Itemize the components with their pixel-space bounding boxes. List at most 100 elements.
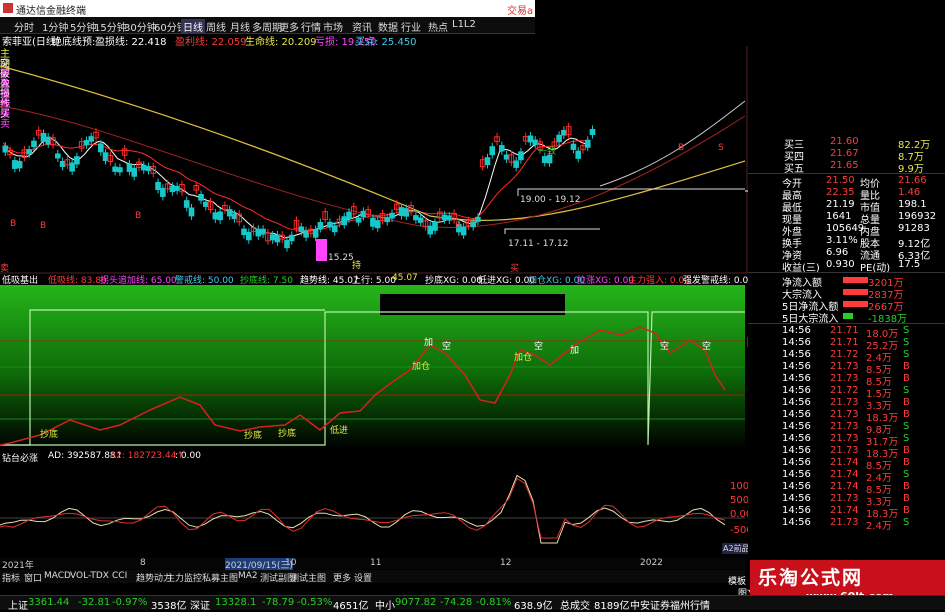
candle-body bbox=[16, 161, 23, 169]
tab-2[interactable]: MACD bbox=[44, 571, 71, 581]
menu-item-16[interactable]: 热点 bbox=[428, 19, 448, 34]
stat-value: 3.11% bbox=[826, 235, 858, 246]
tick-side: S bbox=[903, 517, 910, 528]
tick-row-9: 14:56 21.73 31.7万 S bbox=[748, 433, 945, 448]
tab-4[interactable]: CCI bbox=[112, 571, 127, 581]
main-kline-chart[interactable]: 15.25 19.00 - 19.12 17.11 - 17.12 一致 B B B B B S 持… bbox=[0, 46, 750, 274]
time-label-5: 12 bbox=[500, 558, 512, 568]
tab-1[interactable]: 窗口 bbox=[24, 571, 42, 584]
order-row-1: 买四 21.67 8.7万 bbox=[748, 148, 945, 163]
candle-body bbox=[145, 166, 152, 172]
candle-body bbox=[198, 193, 204, 201]
indicator-tab-bar: 指标 窗口 MACD VOL-TDX CCI 趋势动力 主力监控 私募主图 MA2 测试副图 测试主… bbox=[0, 570, 745, 584]
menu-item-6[interactable]: 日线 bbox=[181, 19, 205, 34]
tick-side: S bbox=[903, 325, 910, 336]
menu-item-0[interactable]: 分时 bbox=[14, 19, 34, 34]
tab-11[interactable]: 更多 bbox=[333, 571, 351, 584]
tick-side: S bbox=[903, 349, 910, 360]
tick-side: B bbox=[903, 409, 910, 420]
menu-item-4[interactable]: 30分钟 bbox=[124, 19, 157, 34]
menu-item-2[interactable]: 5分钟 bbox=[70, 19, 96, 34]
menu-item-7[interactable]: 周线 bbox=[206, 19, 226, 34]
candle-body bbox=[441, 214, 448, 221]
tick-row-0: 14:56 21.71 18.0万 S bbox=[748, 325, 945, 340]
menu-item-10[interactable]: 更多 bbox=[279, 19, 299, 34]
status-4: 3538亿 bbox=[151, 601, 187, 612]
indicator1-panel[interactable]: 抄底 抄底 抄底 低进加仓加 空加仓空加空空 bbox=[0, 285, 750, 448]
tick-row-3: 14:56 21.73 8.5万 B bbox=[748, 361, 945, 376]
order-price: 21.67 bbox=[830, 148, 859, 159]
label-kong-2: 空 bbox=[534, 340, 543, 352]
order-price: 21.60 bbox=[830, 136, 859, 147]
candle-body bbox=[413, 215, 419, 221]
tick-time: 14:56 bbox=[782, 349, 811, 360]
status-10[interactable]: 中小 bbox=[375, 597, 395, 612]
stat-value: 6.96 bbox=[826, 247, 849, 258]
tab-0[interactable]: 指标 bbox=[2, 571, 20, 584]
menu-item-12[interactable]: 市场 bbox=[323, 19, 343, 34]
tick-side: B bbox=[903, 493, 910, 504]
tick-price: 21.73 bbox=[830, 445, 859, 456]
candle-body bbox=[255, 228, 262, 237]
period-menu-bar: 分时 1分钟 5分钟 15分钟 30分钟 60分钟 日线 周线 月线 多周期 更多 行情 市场 资讯 数据行… bbox=[0, 17, 535, 34]
menu-item-3[interactable]: 15分钟 bbox=[94, 19, 127, 34]
flow-row-1: 大宗流入 2837万 bbox=[748, 286, 945, 301]
tab-6[interactable]: 主力监控 bbox=[166, 571, 202, 584]
menu-item-13[interactable]: 资讯 bbox=[352, 19, 372, 34]
tab-3[interactable]: VOL-TDX bbox=[70, 571, 109, 581]
tick-price: 21.73 bbox=[830, 421, 859, 432]
stat-value-2: 196932 bbox=[898, 211, 937, 222]
tab-8[interactable]: MA2 bbox=[238, 571, 258, 581]
ind1-legend-7: 45.07 bbox=[392, 273, 418, 283]
menu-item-9[interactable]: 多周期 bbox=[252, 19, 282, 34]
tick-side: B bbox=[903, 361, 910, 372]
menu-item-14[interactable]: 数据 bbox=[378, 19, 398, 34]
candle-body bbox=[341, 216, 348, 226]
tab-7[interactable]: 私募主图 bbox=[202, 571, 238, 584]
candle-body bbox=[527, 135, 534, 143]
b-marker-5: B bbox=[678, 143, 684, 153]
menu-item-15[interactable]: 行业 bbox=[401, 19, 421, 34]
stat-value: 21.19 bbox=[826, 199, 855, 210]
candle-body bbox=[427, 225, 434, 235]
indicator2-panel[interactable] bbox=[0, 463, 750, 558]
ind2-a2-line bbox=[0, 477, 726, 539]
top-label: 一致 bbox=[538, 145, 556, 157]
menu-item-17[interactable]: L1L2 bbox=[452, 19, 476, 30]
candle-body bbox=[561, 129, 567, 136]
candle-body bbox=[160, 187, 166, 197]
box-line-2 bbox=[504, 228, 600, 234]
b-marker-4: B bbox=[455, 221, 461, 231]
status-0[interactable]: 上证 bbox=[8, 597, 28, 612]
menu-item-11[interactable]: 行情 bbox=[301, 19, 321, 34]
status-2: -32.81 bbox=[78, 597, 111, 608]
label-kong-1: 空 bbox=[442, 340, 451, 352]
order-price: 21.65 bbox=[830, 160, 859, 171]
tick-side: S bbox=[903, 433, 910, 444]
highlight-candle bbox=[316, 239, 327, 261]
candle-body bbox=[303, 230, 309, 238]
candle-body bbox=[245, 231, 252, 241]
tick-time: 14:56 bbox=[782, 433, 811, 444]
candle-body bbox=[174, 185, 180, 191]
tab-12[interactable]: 设置 bbox=[354, 571, 372, 584]
candle-body bbox=[45, 136, 52, 145]
tick-side: B bbox=[903, 397, 910, 408]
stat-value-2: 198.1 bbox=[898, 199, 927, 210]
trade-label[interactable]: 交易a bbox=[507, 2, 533, 17]
time-label-3: 10 bbox=[285, 558, 297, 568]
candle-body bbox=[503, 154, 510, 160]
menu-item-8[interactable]: 月线 bbox=[230, 19, 250, 34]
stat-row-3: 现量 1641 总量 196932 bbox=[748, 211, 945, 226]
tick-time: 14:56 bbox=[782, 445, 811, 456]
sell-marker: S bbox=[718, 143, 724, 153]
stat-row-0: 今开 21.50 均价 21.66 bbox=[748, 175, 945, 190]
tick-time: 14:56 bbox=[782, 385, 811, 396]
box2-label: 17.11 - 17.12 bbox=[508, 239, 569, 249]
status-12: -74.28 bbox=[440, 597, 473, 608]
status-5[interactable]: 深证 bbox=[190, 597, 210, 612]
menu-item-1[interactable]: 1分钟 bbox=[42, 19, 68, 34]
tick-row-6: 14:56 21.73 3.3万 B bbox=[748, 397, 945, 412]
tab-10[interactable]: 测试主图 bbox=[290, 571, 326, 584]
candle-body bbox=[217, 211, 223, 221]
